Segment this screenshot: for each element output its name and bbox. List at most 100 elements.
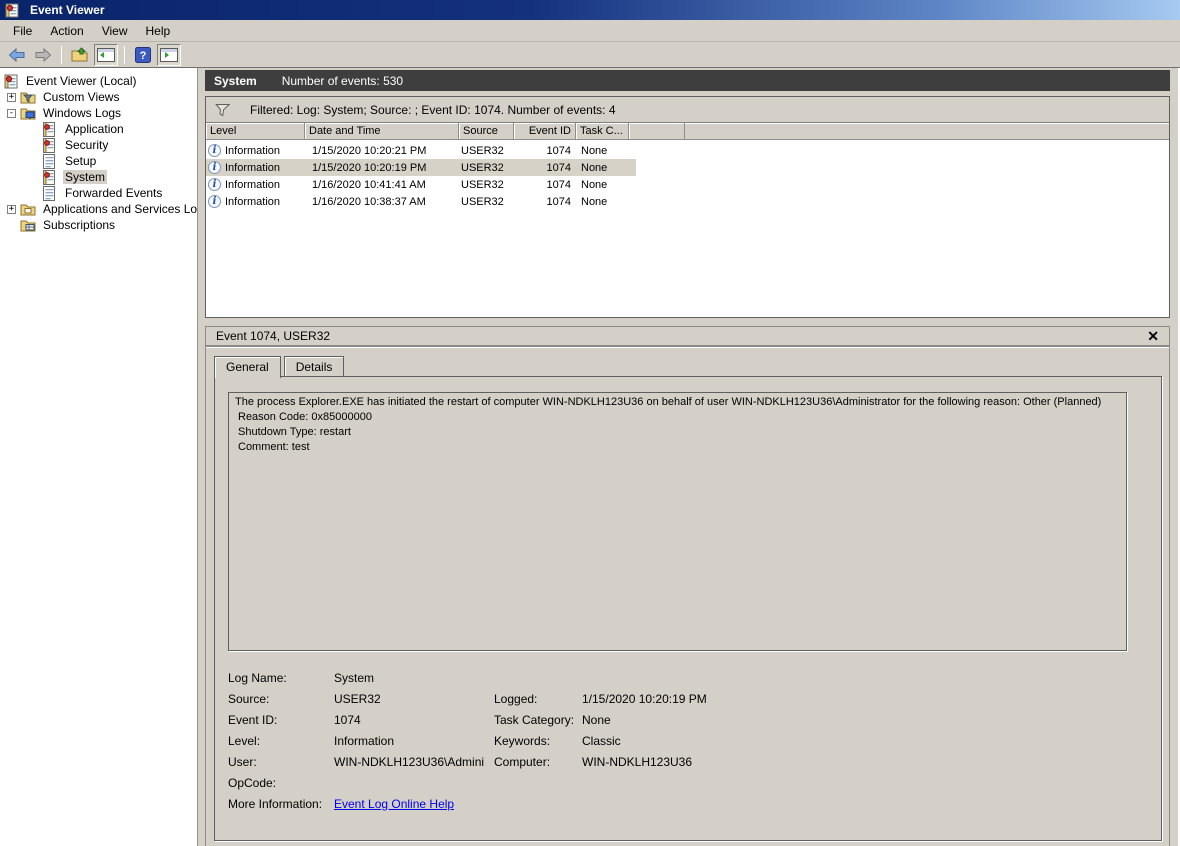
tab-general[interactable]: General xyxy=(214,356,281,378)
menu-view[interactable]: View xyxy=(93,21,137,41)
open-saved-log-button[interactable] xyxy=(68,44,92,66)
shutdown-type-line: Shutdown Type: restart xyxy=(235,425,1120,440)
reason-code-line: Reason Code: 0x85000000 xyxy=(235,410,1120,425)
preview-pane-title: Event 1074, USER32 xyxy=(216,329,330,343)
level-cell: iInformation xyxy=(206,161,305,174)
tree-item-windows-logs[interactable]: - Windows Logs xyxy=(0,105,197,121)
column-header-date-time[interactable]: Date and Time xyxy=(305,123,459,139)
custom-views-folder-icon xyxy=(20,90,36,105)
task-category-label: Task Category: xyxy=(494,713,582,727)
menu-help[interactable]: Help xyxy=(137,21,180,41)
logged-value: 1/15/2020 10:20:19 PM xyxy=(582,692,1127,706)
information-icon: i xyxy=(208,161,221,174)
event-row[interactable]: iInformation 1/15/2020 10:20:21 PM USER3… xyxy=(206,142,636,159)
close-preview-icon[interactable]: ✕ xyxy=(1147,328,1159,344)
menu-action[interactable]: Action xyxy=(41,21,92,41)
tree-item-subscriptions[interactable]: Subscriptions xyxy=(0,217,197,233)
task-cell: None xyxy=(576,179,629,191)
level-cell: iInformation xyxy=(206,144,305,157)
tree-item-application[interactable]: Application xyxy=(0,121,197,137)
subscriptions-folder-icon xyxy=(20,218,36,233)
expand-plus-icon[interactable]: + xyxy=(7,93,16,102)
event-row[interactable]: iInformation 1/16/2020 10:38:37 AM USER3… xyxy=(206,193,636,210)
titlebar[interactable]: Event Viewer xyxy=(0,0,1180,20)
event-log-icon xyxy=(42,122,58,137)
folder-icon xyxy=(20,202,36,217)
toolbar: ? xyxy=(0,42,1180,68)
event-row-selected[interactable]: iInformation 1/15/2020 10:20:19 PM USER3… xyxy=(206,159,636,176)
column-header-source[interactable]: Source xyxy=(459,123,514,139)
tree-item-setup[interactable]: Setup xyxy=(0,153,197,169)
source-cell: USER32 xyxy=(459,162,514,174)
source-label: Source: xyxy=(228,692,334,706)
information-icon: i xyxy=(208,178,221,191)
level-cell: iInformation xyxy=(206,195,305,208)
menu-file[interactable]: File xyxy=(4,21,41,41)
results-header: System Number of events: 530 xyxy=(205,70,1170,91)
preview-pane: Event 1074, USER32 ✕ General Details The… xyxy=(205,326,1170,846)
toolbar-separator xyxy=(124,46,125,64)
forward-button[interactable] xyxy=(31,44,55,66)
tree-item-security[interactable]: Security xyxy=(0,137,197,153)
task-cell: None xyxy=(576,196,629,208)
source-value: USER32 xyxy=(334,692,494,706)
back-button[interactable] xyxy=(5,44,29,66)
tab-details[interactable]: Details xyxy=(284,356,345,376)
console-body: Event Viewer (Local) + Custom Views - xyxy=(0,68,1180,846)
event-id-cell: 1074 xyxy=(514,145,576,157)
more-information-label: More Information: xyxy=(228,797,334,811)
help-button[interactable]: ? xyxy=(131,44,155,66)
back-arrow-icon xyxy=(8,48,26,62)
tree-item-event-viewer-local[interactable]: Event Viewer (Local) xyxy=(0,73,197,89)
column-header-level[interactable]: Level xyxy=(206,123,305,139)
event-id-cell: 1074 xyxy=(514,196,576,208)
window-title: Event Viewer xyxy=(30,3,104,17)
event-id-cell: 1074 xyxy=(514,162,576,174)
panel-splitter[interactable] xyxy=(197,68,205,846)
information-icon: i xyxy=(208,195,221,208)
tree-item-system[interactable]: System xyxy=(0,169,197,185)
show-console-tree-button[interactable] xyxy=(94,44,118,66)
column-header-event-id[interactable]: Event ID xyxy=(514,123,576,139)
keywords-label: Keywords: xyxy=(494,734,582,748)
event-log-icon xyxy=(42,138,58,153)
event-id-cell: 1074 xyxy=(514,179,576,191)
event-log-online-help-link[interactable]: Event Log Online Help xyxy=(334,797,454,811)
event-description-box[interactable]: The process Explorer.EXE has initiated t… xyxy=(228,392,1127,651)
windows-logs-folder-icon xyxy=(20,106,36,121)
log-name-value: System xyxy=(334,671,494,685)
filter-funnel-icon xyxy=(214,103,230,117)
console-window-icon xyxy=(97,48,115,62)
tree-item-forwarded-events[interactable]: Forwarded Events xyxy=(0,185,197,201)
comment-line: Comment: test xyxy=(235,440,1120,455)
action-pane-window-icon xyxy=(160,48,178,62)
tree-item-applications-services-logs[interactable]: + Applications and Services Logs xyxy=(0,201,197,217)
datetime-cell: 1/15/2020 10:20:19 PM xyxy=(305,162,459,174)
keywords-value: Classic xyxy=(582,734,1127,748)
collapse-minus-icon[interactable]: - xyxy=(7,109,16,118)
tree-label: Applications and Services Logs xyxy=(41,202,197,216)
tree-label: Windows Logs xyxy=(41,106,123,120)
event-log-icon xyxy=(42,170,58,185)
event-rows: iInformation 1/15/2020 10:20:21 PM USER3… xyxy=(206,140,1169,317)
log-name-title: System xyxy=(214,74,257,88)
show-action-pane-button[interactable] xyxy=(157,44,181,66)
tree-label: Forwarded Events xyxy=(63,186,164,200)
svg-text:?: ? xyxy=(140,50,147,62)
computer-label: Computer: xyxy=(494,755,582,769)
tree-label-selected: System xyxy=(63,170,107,184)
column-headers: Level Date and Time Source Event ID Task… xyxy=(206,123,1169,140)
event-row[interactable]: iInformation 1/16/2020 10:41:41 AM USER3… xyxy=(206,176,636,193)
detail-tabs: General Details xyxy=(214,356,1169,376)
general-tab-page: The process Explorer.EXE has initiated t… xyxy=(214,376,1162,841)
filter-bar[interactable]: Filtered: Log: System; Source: ; Event I… xyxy=(206,97,1169,123)
preview-pane-header: Event 1074, USER32 ✕ xyxy=(206,327,1169,347)
expand-plus-icon[interactable]: + xyxy=(7,205,16,214)
event-viewer-window: Event Viewer File Action View Help xyxy=(0,0,1180,846)
source-cell: USER32 xyxy=(459,179,514,191)
column-header-filler xyxy=(629,123,685,139)
column-header-task-category[interactable]: Task C... xyxy=(576,123,629,139)
tree-item-custom-views[interactable]: + Custom Views xyxy=(0,89,197,105)
tree-label: Event Viewer (Local) xyxy=(24,74,139,88)
source-cell: USER32 xyxy=(459,196,514,208)
